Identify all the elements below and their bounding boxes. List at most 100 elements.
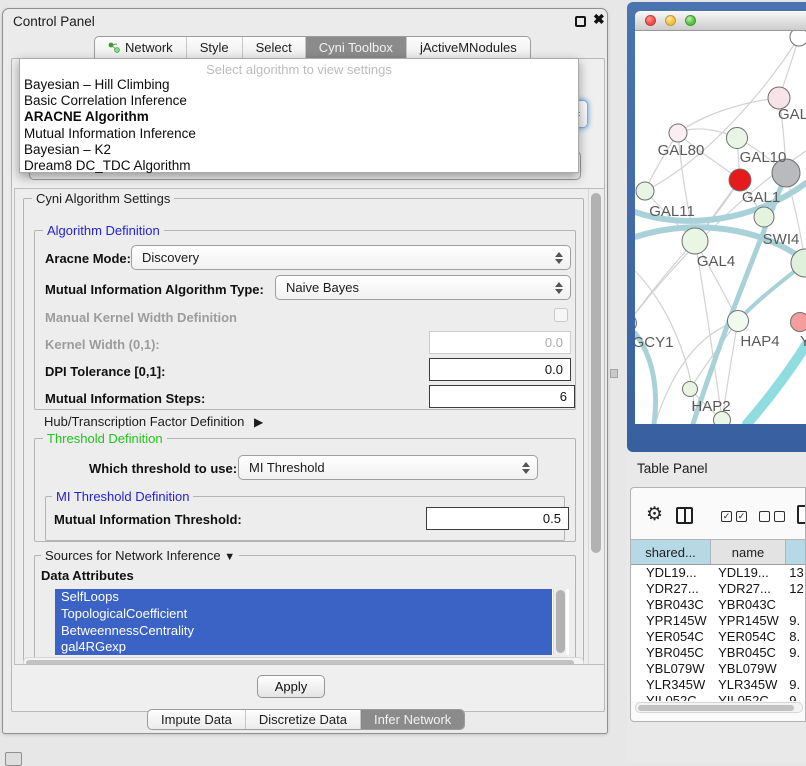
manual-kernel-checkbox[interactable] <box>554 308 568 322</box>
tab-style[interactable]: Style <box>186 37 242 58</box>
network-node[interactable] <box>790 31 806 46</box>
network-node[interactable] <box>636 182 654 200</box>
mi-threshold-label: Mutual Information Threshold: <box>54 512 242 527</box>
table-cell: 8. <box>784 629 805 644</box>
settings-hscrollbar[interactable] <box>23 657 584 665</box>
table-header: shared... name <box>631 539 805 565</box>
table-cell: YBL079W <box>631 661 710 676</box>
tab-discretize-data[interactable]: Discretize Data <box>245 710 360 729</box>
network-window-titlebar[interactable] <box>635 11 806 31</box>
network-node[interactable] <box>683 382 698 397</box>
tab-network[interactable]: Network <box>95 37 186 58</box>
mi-threshold-group-title: MI Threshold Definition <box>52 489 193 504</box>
splitpane-handle[interactable] <box>610 369 618 378</box>
network-canvas[interactable]: GALGAL80GAL10GAL1GAL11SWI4GAL4GCY1HAP4YH… <box>635 31 806 424</box>
sources-group-title[interactable]: Sources for Network Inference ▼ <box>41 548 239 563</box>
network-node[interactable] <box>728 311 749 332</box>
hub-definition-label: Hub/Transcription Factor Definition <box>44 414 244 429</box>
select-all-checkbox-icon2[interactable]: ✓ <box>736 511 747 522</box>
minimized-panel-icon[interactable] <box>5 752 22 766</box>
mi-type-label: Mutual Information Algorithm Type: <box>45 282 264 297</box>
mi-steps-field[interactable]: 6 <box>429 385 575 408</box>
aracne-mode-label: Aracne Mode: <box>45 251 131 266</box>
table-row[interactable]: YIL052CYIL052C9 <box>631 692 805 701</box>
aracne-mode-combo[interactable]: Discovery <box>131 245 571 270</box>
algorithm-option[interactable]: ARACNE Algorithm <box>20 109 578 125</box>
document-icon[interactable] <box>797 505 806 524</box>
table-cell: YIL052C <box>631 693 710 701</box>
mi-steps-value: 6 <box>560 389 567 404</box>
dpi-tolerance-value: 0.0 <box>545 362 563 377</box>
table-cell: YER054C <box>710 629 784 644</box>
network-node[interactable] <box>791 313 806 332</box>
close-traffic-icon[interactable] <box>645 15 656 26</box>
sources-title-label: Sources for Network Inference <box>45 548 221 563</box>
dpi-tolerance-label: DPI Tolerance [0,1]: <box>45 364 165 379</box>
which-threshold-combo[interactable]: MI Threshold <box>238 455 538 480</box>
tab-cyni-toolbox[interactable]: Cyni Toolbox <box>305 37 406 58</box>
network-node-label: GAL4 <box>697 253 735 270</box>
zoom-traffic-icon[interactable] <box>685 15 696 26</box>
split-columns-icon[interactable] <box>676 507 693 524</box>
algorithm-option[interactable]: Dream8 DC_TDC Algorithm <box>20 158 578 174</box>
hub-definition-toggle[interactable]: Hub/Transcription Factor Definition ▶ <box>44 414 263 429</box>
algorithm-option[interactable]: Mutual Information Inference <box>20 126 578 142</box>
table-row[interactable]: YPR145WYPR145W9. <box>631 613 805 629</box>
data-attribute-item[interactable]: gal4RGexp <box>55 639 552 655</box>
mi-type-combo[interactable]: Naive Bayes <box>275 275 571 300</box>
select-all-checkbox-icon[interactable]: ✓ <box>721 511 732 522</box>
data-attribute-item[interactable]: TopologicalCoefficient <box>55 606 552 623</box>
table-cell: YLR345W <box>710 677 784 692</box>
float-window-icon[interactable] <box>575 16 586 27</box>
tab-infer-network[interactable]: Infer Network <box>360 710 464 729</box>
settings-vscrollbar[interactable] <box>588 189 602 665</box>
network-node[interactable] <box>727 128 748 149</box>
tab-impute-data[interactable]: Impute Data <box>148 710 245 729</box>
table-body: YDL19...YDL19...13YDR27...YDR27...12YBR0… <box>631 565 805 701</box>
network-node[interactable] <box>635 315 637 332</box>
network-node[interactable] <box>682 228 708 254</box>
table-hscrollbar[interactable] <box>635 702 803 713</box>
column-header-name[interactable]: name <box>711 540 786 564</box>
table-row[interactable]: YDR27...YDR27...12 <box>631 581 805 597</box>
table-row[interactable]: YLR345WYLR345W9. <box>631 676 805 692</box>
table-row[interactable]: YDL19...YDL19...13 <box>631 565 805 581</box>
algorithm-option[interactable]: Bayesian – K2 <box>20 142 578 158</box>
attribute-list-scrollbar[interactable] <box>553 589 566 655</box>
kernel-width-field[interactable]: 0.0 <box>429 331 571 354</box>
table-cell: YBR043C <box>710 597 784 612</box>
column-header-partial[interactable] <box>786 540 805 564</box>
gear-icon[interactable]: ⚙ <box>646 503 663 526</box>
close-icon[interactable]: ✖ <box>593 11 605 28</box>
algorithm-option[interactable]: Bayesian – Hill Climbing <box>20 77 578 93</box>
network-node-label: GAL <box>778 106 806 123</box>
mi-threshold-field[interactable]: 0.5 <box>426 507 569 530</box>
cyni-algorithm-settings-title: Cyni Algorithm Settings <box>32 191 174 206</box>
control-panel-window: Control Panel ✖ Network Style Select Cyn… <box>2 8 608 734</box>
tab-select[interactable]: Select <box>242 37 305 58</box>
network-node[interactable] <box>669 124 687 142</box>
table-row[interactable]: YER054CYER054C8. <box>631 629 805 645</box>
algorithm-option[interactable]: Basic Correlation Inference <box>20 93 578 109</box>
minimize-traffic-icon[interactable] <box>665 15 676 26</box>
dpi-tolerance-field[interactable]: 0.0 <box>429 358 571 381</box>
network-node-label: Y <box>800 333 806 350</box>
data-attribute-item[interactable]: SelfLoops <box>55 589 552 606</box>
column-header-shared-label: shared... <box>645 545 696 560</box>
apply-button[interactable]: Apply <box>257 675 325 698</box>
deselect-all-checkbox-icon2[interactable] <box>774 511 785 522</box>
tab-impute-data-label: Impute Data <box>161 712 232 727</box>
table-cell: YBR043C <box>631 597 710 612</box>
data-attribute-item[interactable]: BetweennessCentrality <box>55 623 552 640</box>
column-header-shared-name[interactable]: shared... <box>631 540 711 564</box>
deselect-all-checkbox-icon[interactable] <box>759 511 770 522</box>
algorithm-placeholder: Select algorithm to view settings <box>20 59 578 77</box>
table-row[interactable]: YBR043CYBR043C <box>631 597 805 613</box>
table-row[interactable]: YBR045CYBR045C9. <box>631 644 805 660</box>
tab-jactivemnodules[interactable]: jActiveMNodules <box>406 37 530 58</box>
table-panel-title: Table Panel <box>637 461 708 476</box>
network-node[interactable] <box>729 169 751 191</box>
table-row[interactable]: YBL079WYBL079W <box>631 660 805 676</box>
network-node[interactable] <box>754 207 774 227</box>
table-cell: YBL079W <box>710 661 784 676</box>
